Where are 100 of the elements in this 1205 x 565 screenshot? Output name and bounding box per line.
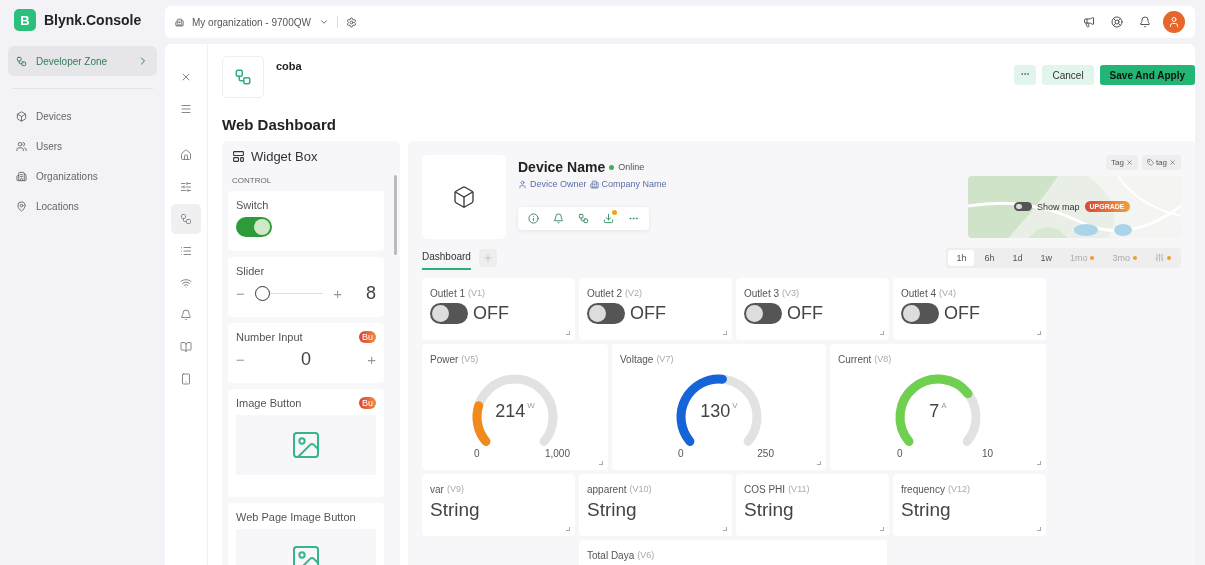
widget-card[interactable]: Number Input Bu − 0 +: [228, 323, 384, 383]
bell-icon: [180, 309, 192, 321]
owner-link[interactable]: Device Owner: [530, 179, 587, 189]
toggle-switch[interactable]: [236, 217, 272, 237]
widget-card[interactable]: Web Page Image Button: [228, 503, 384, 565]
gauge-value: 7: [929, 401, 940, 422]
pin-label: (V8): [874, 354, 892, 365]
tag-chip[interactable]: tag: [1141, 155, 1181, 170]
sliders-icon: [180, 181, 192, 193]
time-range-button[interactable]: 1w: [1032, 249, 1060, 266]
network-icon: [234, 68, 252, 86]
sidebar-item[interactable]: Users: [8, 131, 157, 161]
toggle-switch[interactable]: [744, 303, 782, 324]
widget-title: Current: [838, 354, 872, 365]
resize-handle[interactable]: [880, 527, 884, 531]
switch-state: OFF: [473, 303, 509, 324]
template-name: coba: [276, 60, 302, 72]
resize-handle[interactable]: [1037, 331, 1041, 335]
tag-label: Tag: [1110, 158, 1124, 167]
company-link[interactable]: Company Name: [601, 179, 667, 189]
widget-title: var: [430, 484, 444, 495]
megaphone-icon[interactable]: [1083, 16, 1095, 28]
resize-handle[interactable]: [723, 331, 727, 335]
close-icon[interactable]: [1169, 159, 1176, 166]
time-range-button[interactable]: 1h: [948, 249, 975, 266]
organization-selector[interactable]: My organization - 9700QW: [192, 16, 311, 28]
network-icon: [180, 213, 192, 225]
resize-handle[interactable]: [723, 527, 727, 531]
widget-card[interactable]: Switch: [228, 191, 384, 251]
menu-icon: [180, 103, 192, 115]
scrollbar[interactable]: [394, 175, 397, 255]
unit-label: V: [732, 401, 738, 412]
tag-chip[interactable]: Tag: [1105, 155, 1138, 170]
map-toggle[interactable]: [1014, 201, 1032, 212]
time-range-button[interactable]: 1d: [1004, 249, 1031, 266]
cancel-button[interactable]: Cancel: [1042, 65, 1094, 85]
widget-card[interactable]: Slider − + 8: [228, 257, 384, 317]
wifi-icon: [180, 277, 192, 289]
widget-title: Power: [430, 354, 459, 365]
pin-label: (V4): [939, 288, 957, 299]
download-icon[interactable]: [603, 213, 614, 224]
save-button[interactable]: Save And Apply: [1099, 65, 1195, 85]
pin-label: (V2): [625, 288, 643, 299]
info-icon[interactable]: [528, 213, 539, 224]
network-icon[interactable]: [578, 213, 589, 224]
add-tab-button[interactable]: [478, 248, 497, 267]
settings-icon[interactable]: [345, 16, 357, 28]
panel-title: Widget Box: [251, 149, 318, 164]
pin-label: (V9): [446, 484, 464, 495]
tab[interactable]: Dashboard: [422, 245, 471, 270]
toggle-switch[interactable]: [901, 303, 939, 324]
time-range-button[interactable]: 6h: [976, 249, 1003, 266]
widget-title: Outlet 3: [744, 288, 780, 299]
gauge-min: 0: [897, 448, 903, 459]
toggle-switch[interactable]: [430, 303, 468, 324]
sidebar-item[interactable]: Organizations: [8, 161, 157, 191]
resize-handle[interactable]: [880, 331, 884, 335]
widget-title: apparent: [587, 484, 627, 495]
sidebar-item[interactable]: Devices: [8, 101, 157, 131]
toggle-switch[interactable]: [587, 303, 625, 324]
widget-title: Voltage: [620, 354, 654, 365]
resize-handle[interactable]: [1037, 461, 1041, 465]
minus-sign: −: [236, 351, 245, 368]
network-icon: [16, 55, 27, 67]
pin-label: (V10): [629, 484, 652, 495]
users-icon: [16, 140, 27, 152]
plan-badge: Bu: [359, 397, 376, 409]
close-icon[interactable]: [1125, 159, 1133, 166]
pin-label: (V3): [782, 288, 800, 299]
tag-icon: [1146, 159, 1154, 166]
rail-item[interactable]: [171, 204, 201, 234]
more-button[interactable]: [1014, 65, 1037, 85]
resize-handle[interactable]: [817, 461, 821, 465]
pin-label: (V7): [656, 354, 674, 365]
resize-handle[interactable]: [1037, 527, 1041, 531]
close-icon: [180, 71, 192, 83]
resize-handle[interactable]: [566, 527, 570, 531]
brand-name: Blynk.Console: [44, 12, 142, 28]
user-icon: [518, 179, 527, 189]
unit-label: W: [527, 401, 535, 412]
plus-sign: +: [367, 351, 376, 368]
widget-name: Slider: [236, 265, 266, 277]
widget-title: Outlet 1: [430, 288, 466, 299]
slider-thumb[interactable]: [254, 286, 270, 301]
cube-icon: [16, 110, 27, 122]
resize-handle[interactable]: [599, 461, 603, 465]
switch-state: OFF: [944, 303, 980, 324]
avatar[interactable]: [1163, 11, 1185, 33]
image-icon: [290, 429, 322, 461]
logo-icon: B: [14, 9, 36, 31]
widget-name: Number Input: [236, 331, 303, 343]
sidebar-item[interactable]: Developer Zone: [8, 46, 157, 76]
resize-handle[interactable]: [566, 331, 570, 335]
section-label: CONTROL: [231, 176, 273, 185]
lifebuoy-icon[interactable]: [1111, 16, 1123, 28]
bell-icon[interactable]: [1139, 16, 1151, 28]
gauge-min: 0: [474, 448, 480, 459]
sidebar-item[interactable]: Locations: [8, 191, 157, 221]
unit-label: A: [941, 401, 947, 412]
widget-card[interactable]: Image Button Bu: [228, 389, 384, 497]
